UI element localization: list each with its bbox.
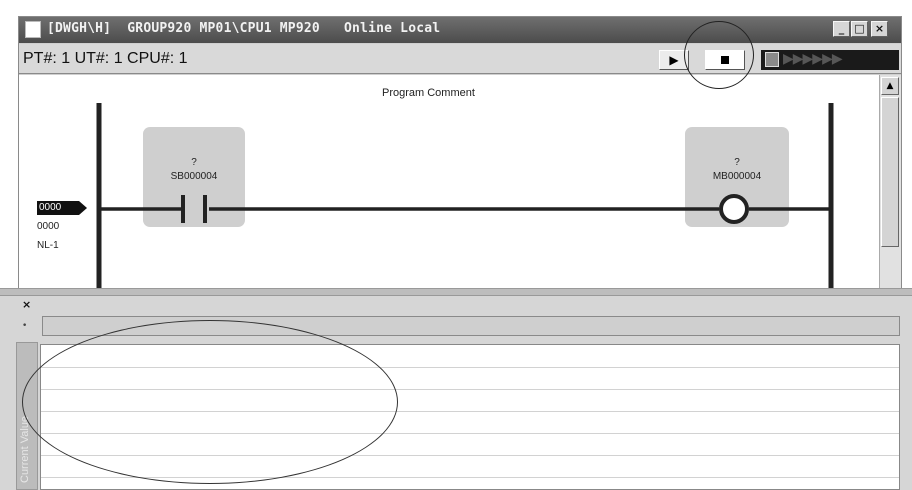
stop-button-highlight-circle <box>684 21 754 89</box>
window-title: [DWGH\H] GROUP920 MP01\CPU1 MP920 Online… <box>47 21 441 36</box>
step-indicator-strip[interactable]: ▶▶▶▶▶▶ <box>761 50 899 70</box>
window-app-icon <box>25 21 41 38</box>
title-bar[interactable]: [DWGH\H] GROUP920 MP01\CPU1 MP920 Online… <box>19 17 901 43</box>
scroll-thumb[interactable] <box>881 97 899 247</box>
grid-highlight-ellipse <box>22 320 398 484</box>
vertical-scrollbar[interactable]: ▲ <box>879 75 901 289</box>
minimize-button[interactable]: _ <box>833 21 850 37</box>
ladder-program-window: [DWGH\H] GROUP920 MP01\CPU1 MP920 Online… <box>18 16 902 289</box>
coil-symbol <box>719 194 749 224</box>
pt-ut-cpu-status: PT#: 1 UT#: 1 CPU#: 1 <box>23 50 188 67</box>
status-toolbar: PT#: 1 UT#: 1 CPU#: 1 ▶ ▶▶▶▶▶▶ <box>19 44 901 74</box>
pane-bullet-icon: • <box>22 321 28 331</box>
current-value-tab-label: Current Value <box>19 415 31 483</box>
contact-comment: ? <box>191 157 197 168</box>
pane-close-icon[interactable]: × <box>22 298 31 311</box>
program-comment-label: Program Comment <box>382 87 475 99</box>
coil-address[interactable]: MB000004 <box>685 171 789 182</box>
current-value-pane: × • Current Value <box>0 296 912 490</box>
ladder-diagram <box>96 103 834 289</box>
step-mode-icon <box>765 52 779 67</box>
maximize-button[interactable]: □ <box>851 21 868 37</box>
coil-comment: ? <box>734 157 740 168</box>
close-button[interactable]: × <box>871 21 888 37</box>
ladder-diagram-area[interactable]: Program Comment 0000 0000 NL-1 ? SB00000… <box>19 75 879 289</box>
step-arrows-icon: ▶▶▶▶▶▶ <box>783 51 843 67</box>
step-number-tag[interactable]: 0000 <box>37 201 87 215</box>
scroll-up-button[interactable]: ▲ <box>881 77 899 95</box>
nesting-level-label: NL-1 <box>37 240 59 251</box>
contact-address[interactable]: SB000004 <box>143 171 245 182</box>
pane-splitter[interactable] <box>0 288 912 296</box>
step-number-secondary: 0000 <box>37 221 60 232</box>
